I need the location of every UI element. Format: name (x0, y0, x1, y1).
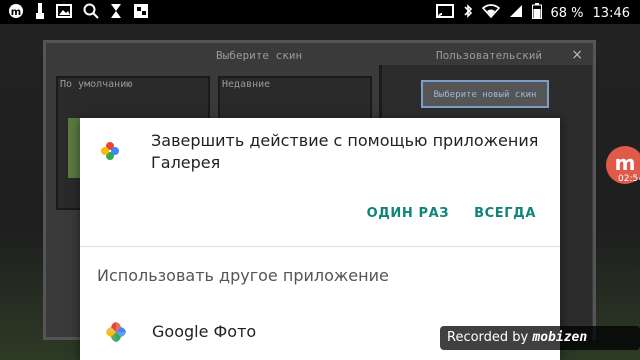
gallery-icon (56, 4, 72, 24)
hourglass-icon (110, 3, 122, 25)
image-icon (133, 3, 149, 25)
wifi-icon (481, 4, 500, 24)
recording-watermark: Recorded by mobizen (440, 326, 640, 350)
brush-icon (35, 3, 45, 25)
google-photos-icon (104, 320, 128, 344)
just-once-button[interactable]: ОДИН РАЗ (367, 206, 450, 221)
gallery-app-icon (99, 140, 121, 162)
cast-icon (435, 4, 454, 24)
watermark-prefix: Recorded by (447, 330, 529, 345)
app-chooser-dialog: Завершить действие с помощью приложения … (80, 118, 560, 360)
app-label-google-photos: Google Фото (152, 322, 257, 341)
bluetooth-icon (463, 3, 473, 25)
status-bar: m 68 % 13:46 (0, 0, 640, 24)
svg-text:m: m (11, 7, 21, 18)
default-skins-label: По умолчанию (60, 79, 133, 90)
mobizen-icon: m (8, 3, 24, 25)
panel-title-right: Пользовательский (436, 49, 542, 62)
close-icon[interactable]: × (571, 47, 583, 63)
panel-title-left: Выберите скин (216, 49, 303, 62)
search-icon (83, 3, 99, 25)
battery-percent: 68 % (550, 6, 584, 21)
signal-icon (509, 4, 523, 24)
always-button[interactable]: ВСЕГДА (474, 206, 536, 221)
watermark-brand: mobizen (532, 330, 588, 345)
other-app-label: Использовать другое приложение (97, 266, 389, 285)
choose-skin-button[interactable]: Выберите новый скин (421, 80, 549, 108)
battery-icon (531, 3, 542, 25)
recent-skins-label: Недавние (222, 79, 271, 90)
mobizen-timer: 02:54 (618, 174, 640, 184)
clock: 13:46 (592, 6, 630, 21)
divider (80, 246, 560, 247)
dialog-title: Завершить действие с помощью приложения … (151, 131, 539, 172)
